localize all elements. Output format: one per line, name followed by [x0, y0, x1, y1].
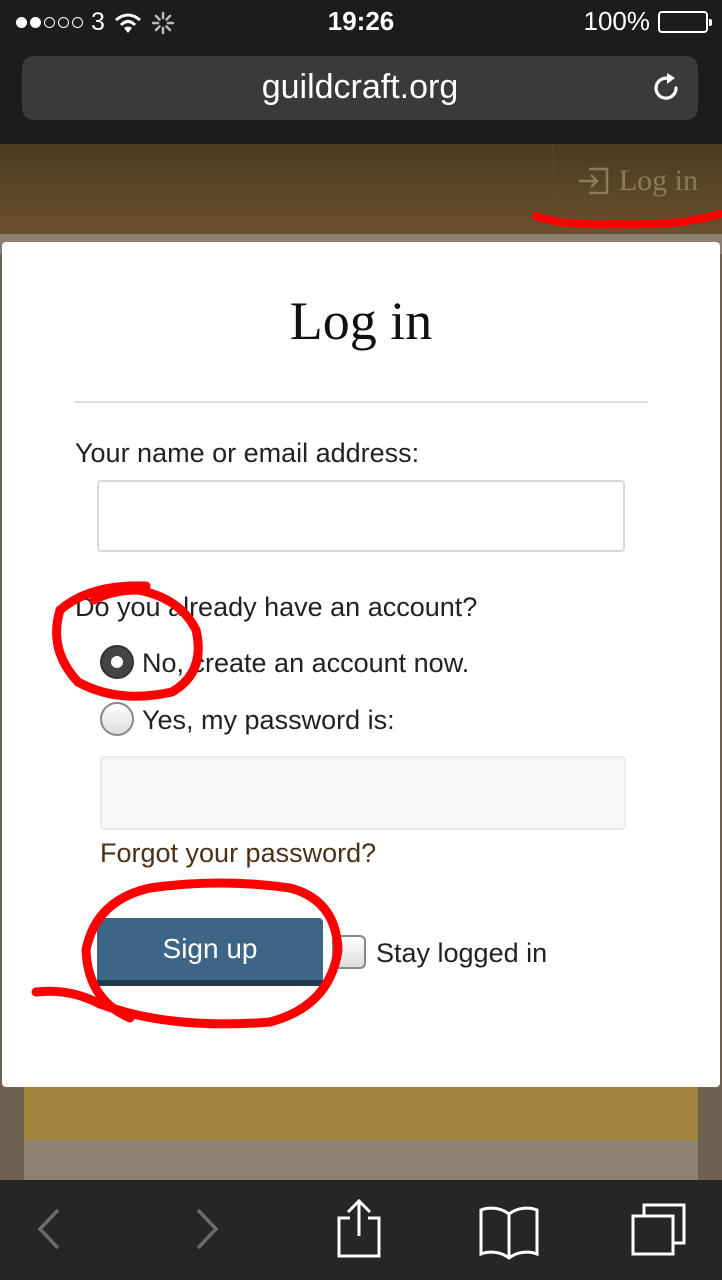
sign-up-button[interactable]: Sign up	[97, 918, 323, 986]
header-login-link[interactable]: Log in	[552, 144, 698, 234]
battery-status: 100%	[583, 6, 712, 37]
bookmarks-icon[interactable]	[478, 1204, 540, 1260]
browser-toolbar	[0, 1180, 722, 1280]
share-icon[interactable]	[334, 1198, 384, 1260]
radio-no-label[interactable]: No, create an account now.	[142, 648, 469, 679]
forward-icon[interactable]	[186, 1204, 226, 1254]
background-thread-title	[24, 1084, 698, 1140]
browser-chrome: guildcraft.org	[0, 44, 722, 144]
radio-yes-label[interactable]: Yes, my password is:	[142, 705, 395, 736]
back-icon[interactable]	[30, 1204, 70, 1254]
forgot-password-link[interactable]: Forgot your password?	[100, 838, 376, 869]
stay-logged-in-label[interactable]: Stay logged in	[376, 938, 547, 969]
url-text[interactable]: guildcraft.org	[22, 68, 698, 107]
login-icon	[578, 167, 609, 195]
battery-icon	[658, 10, 712, 33]
account-question: Do you already have an account?	[75, 592, 478, 622]
stay-logged-in-checkbox[interactable]	[332, 935, 366, 969]
login-dialog: Log in Your name or email address: Do yo…	[2, 242, 720, 1087]
site-header: Log in	[0, 144, 722, 234]
password-input[interactable]	[100, 756, 626, 830]
address-bar[interactable]: guildcraft.org	[22, 56, 698, 120]
radio-have-password[interactable]	[100, 702, 134, 736]
tabs-icon[interactable]	[628, 1202, 690, 1258]
background-content	[24, 1140, 698, 1180]
divider	[74, 401, 648, 403]
name-label: Your name or email address:	[75, 438, 420, 468]
reload-icon[interactable]	[648, 70, 684, 106]
dialog-title: Log in	[289, 291, 433, 351]
battery-percent: 100%	[583, 6, 651, 36]
radio-no-account[interactable]	[100, 645, 134, 679]
status-bar: 3 19:26 100%	[0, 0, 722, 44]
header-login-label: Log in	[618, 164, 698, 197]
name-input[interactable]	[97, 480, 625, 552]
